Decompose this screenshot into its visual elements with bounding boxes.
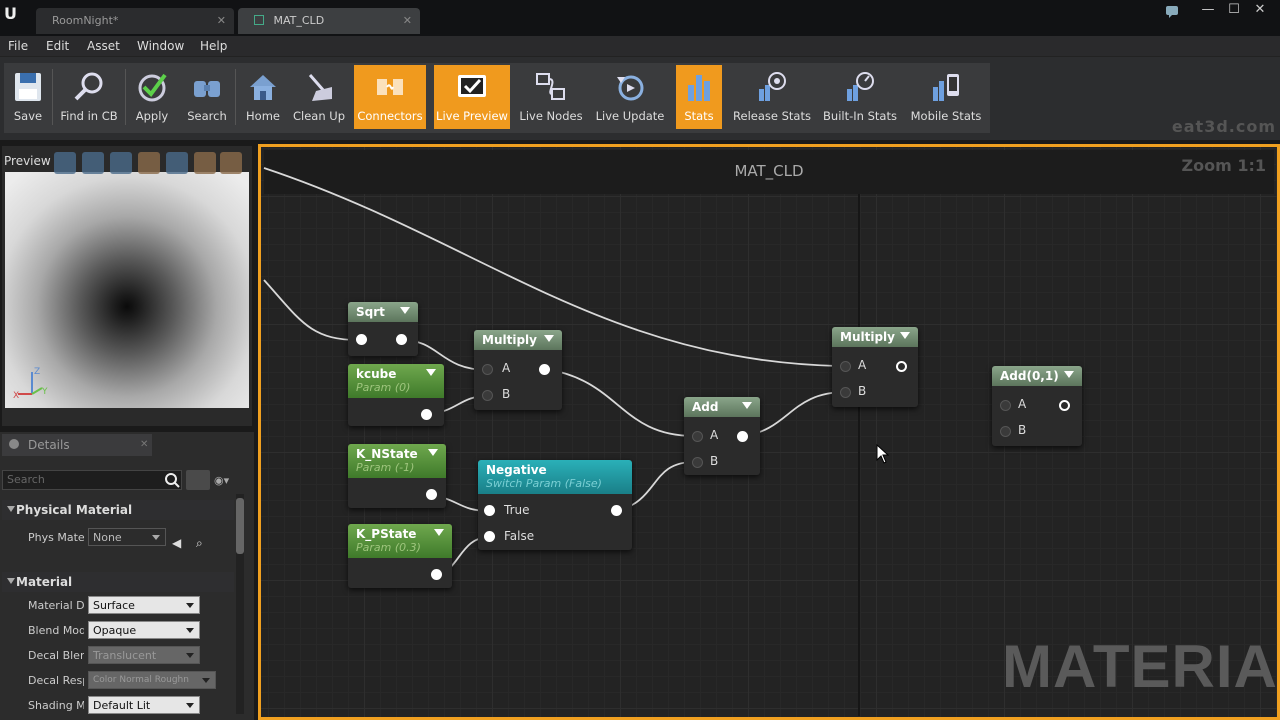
node-title: Add(0,1) — [1000, 369, 1059, 383]
pin-label: B — [1018, 423, 1027, 437]
pin-label: A — [710, 428, 719, 442]
output-pin[interactable] — [431, 569, 442, 580]
input-pin-b[interactable] — [482, 390, 493, 401]
collapse-arrow-icon[interactable] — [428, 449, 438, 456]
output-pin[interactable] — [1059, 400, 1070, 411]
output-pin[interactable] — [539, 364, 550, 375]
node-title: Sqrt — [356, 305, 385, 319]
wire — [544, 368, 695, 437]
node-header[interactable]: kcube Param (0) — [348, 364, 444, 398]
node-subtitle: Param (0.3) — [356, 541, 421, 554]
collapse-arrow-icon[interactable] — [400, 307, 410, 314]
node-title: Negative — [486, 463, 547, 477]
pin-label: B — [502, 387, 511, 401]
collapse-arrow-icon[interactable] — [426, 369, 436, 376]
output-pin[interactable] — [426, 489, 437, 500]
pin-label: A — [502, 361, 511, 375]
collapse-arrow-icon[interactable] — [742, 402, 752, 409]
node-multiply-1[interactable]: Multiply A B — [474, 330, 562, 410]
output-pin[interactable] — [396, 334, 407, 345]
node-header[interactable]: K_PState Param (0.3) — [348, 524, 452, 558]
node-header[interactable]: Multiply — [474, 330, 562, 350]
node-add[interactable]: Add A B — [684, 397, 760, 475]
collapse-arrow-icon[interactable] — [900, 332, 910, 339]
input-pin-a[interactable] — [692, 431, 703, 442]
node-header[interactable]: K_NState Param (-1) — [348, 444, 446, 478]
input-pin-b[interactable] — [692, 457, 703, 468]
output-pin[interactable] — [611, 505, 622, 516]
node-subtitle: Param (-1) — [356, 461, 415, 474]
node-title: Add — [692, 400, 719, 414]
input-pin-b[interactable] — [1000, 426, 1011, 437]
output-pin[interactable] — [737, 431, 748, 442]
node-add-0-1[interactable]: Add(0,1) A B — [992, 366, 1082, 446]
node-title: Multiply — [840, 330, 895, 344]
pin-label: True — [504, 503, 530, 517]
pin-label: False — [504, 529, 535, 543]
node-negative[interactable]: Negative Switch Param (False) True False — [478, 460, 632, 550]
node-header[interactable]: Negative Switch Param (False) — [478, 460, 632, 494]
node-subtitle: Param (0) — [356, 381, 411, 394]
pin-label: A — [858, 358, 867, 372]
collapse-arrow-icon[interactable] — [1064, 371, 1074, 378]
node-header[interactable]: Multiply — [832, 327, 918, 347]
node-wires — [263, 167, 847, 576]
output-pin[interactable] — [421, 409, 432, 420]
node-title: K_PState — [356, 527, 417, 541]
node-title: K_NState — [356, 447, 418, 461]
input-pin-a[interactable] — [840, 361, 851, 372]
input-pin-b[interactable] — [840, 387, 851, 398]
node-subtitle: Switch Param (False) — [486, 477, 602, 490]
node-header[interactable]: Add — [684, 397, 760, 417]
node-k-pstate[interactable]: K_PState Param (0.3) — [348, 524, 452, 588]
node-header[interactable]: Add(0,1) — [992, 366, 1082, 386]
input-pin-a[interactable] — [1000, 400, 1011, 411]
input-pin-a[interactable] — [482, 364, 493, 375]
node-kcube[interactable]: kcube Param (0) — [348, 364, 444, 426]
collapse-arrow-icon[interactable] — [434, 529, 444, 536]
collapse-arrow-icon[interactable] — [544, 335, 554, 342]
node-k-nstate[interactable]: K_NState Param (-1) — [348, 444, 446, 508]
input-pin-true[interactable] — [484, 505, 495, 516]
output-pin[interactable] — [896, 361, 907, 372]
input-pin[interactable] — [356, 334, 367, 345]
node-sqrt[interactable]: Sqrt — [348, 302, 418, 356]
wire — [263, 279, 359, 341]
node-multiply-2[interactable]: Multiply A B — [832, 327, 918, 407]
node-title: kcube — [356, 367, 397, 381]
pin-label: B — [858, 384, 867, 398]
node-header[interactable]: Sqrt — [348, 302, 418, 322]
input-pin-false[interactable] — [484, 531, 495, 542]
mouse-cursor-icon — [876, 444, 890, 464]
node-title: Multiply — [482, 333, 537, 347]
pin-label: B — [710, 454, 719, 468]
pin-label: A — [1018, 397, 1027, 411]
